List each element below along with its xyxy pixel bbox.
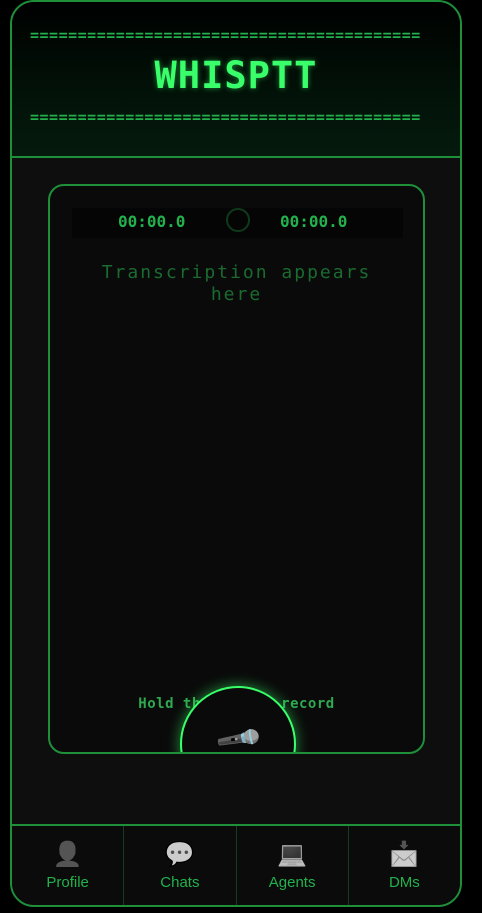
chat-bubble-icon: 💬 [164, 841, 195, 868]
nav-item-dms[interactable]: 📩 DMs [349, 826, 460, 905]
transcription-panel: 00:00.0 00:00.0 Transcription appears he… [48, 184, 425, 754]
recording-indicator-icon [226, 208, 250, 232]
total-timer: 00:00.0 [280, 212, 348, 231]
timer-bar: 00:00.0 00:00.0 [72, 208, 403, 238]
header: ========================================… [12, 2, 460, 158]
header-divider-top: ========================================… [30, 26, 421, 44]
nav-item-profile[interactable]: 👤 Profile [12, 826, 125, 905]
laptop-icon: 💻 [277, 841, 308, 868]
profile-icon: 👤 [52, 841, 83, 868]
microphone-icon: 🎤 [213, 714, 265, 754]
elapsed-timer: 00:00.0 [118, 212, 186, 231]
nav-label-agents: Agents [268, 874, 316, 891]
nav-item-chats[interactable]: 💬 Chats [124, 826, 237, 905]
header-divider-bottom: ========================================… [30, 108, 421, 126]
transcription-text: Transcription appears here [101, 262, 372, 305]
bottom-nav: 👤 Profile 💬 Chats 💻 Agents 📩 DMs [12, 824, 460, 905]
app-frame: ========================================… [10, 0, 462, 907]
nav-label-chats: Chats [160, 874, 200, 891]
nav-label-dms: DMs [388, 874, 420, 891]
inbox-icon: 📩 [389, 841, 420, 868]
nav-label-profile: Profile [46, 874, 89, 891]
app-title: WHISPTT [154, 54, 318, 97]
nav-item-agents[interactable]: 💻 Agents [237, 826, 349, 905]
main-area: 00:00.0 00:00.0 Transcription appears he… [12, 158, 460, 824]
